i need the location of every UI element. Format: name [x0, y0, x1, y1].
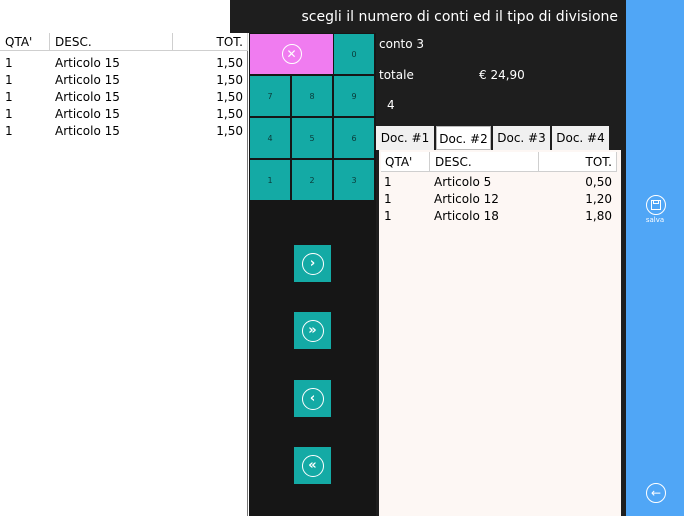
total-label: totale: [379, 68, 414, 82]
row-desc: Articolo 12: [434, 192, 499, 206]
row-desc: Articolo 18: [434, 209, 499, 223]
action-sidebar: salva ←: [626, 0, 684, 516]
key-4[interactable]: 4: [250, 118, 290, 158]
column-header-qty[interactable]: QTA': [381, 152, 430, 172]
tab-doc-1[interactable]: Doc. #1: [376, 126, 434, 150]
item-tot: 1,50: [216, 107, 243, 121]
tab-doc-4[interactable]: Doc. #4: [552, 126, 609, 150]
row-qty: 1: [384, 192, 392, 206]
close-circle-icon: ✕: [281, 44, 302, 64]
clear-button[interactable]: ✕: [250, 34, 333, 74]
table-row[interactable]: 1 Articolo 5 0,50: [379, 174, 621, 191]
tab-doc-2[interactable]: Doc. #2: [436, 126, 491, 150]
column-header-desc[interactable]: DESC.: [50, 33, 173, 51]
key-5[interactable]: 5: [292, 118, 332, 158]
item-tot: 1,50: [216, 90, 243, 104]
row-tot: 1,20: [585, 192, 612, 206]
table-row[interactable]: 1 Articolo 12 1,20: [379, 191, 621, 208]
list-item[interactable]: 1 Articolo 15 1,50: [0, 55, 247, 72]
double-chevron-left-circle-icon: «: [301, 454, 324, 477]
item-desc: Articolo 15: [55, 73, 120, 87]
list-item[interactable]: 1 Articolo 15 1,50: [0, 106, 247, 123]
item-desc: Articolo 15: [55, 124, 120, 138]
item-desc: Articolo 15: [55, 107, 120, 121]
column-header-qty[interactable]: QTA': [0, 33, 50, 51]
move-one-right-button[interactable]: ›: [294, 245, 331, 282]
save-icon: [646, 195, 666, 215]
key-6[interactable]: 6: [334, 118, 374, 158]
move-all-left-button[interactable]: «: [294, 447, 331, 484]
row-desc: Articolo 5: [434, 175, 492, 189]
item-qty: 1: [5, 73, 13, 87]
account-info: conto 3 totale € 24,90 4: [376, 33, 626, 125]
move-all-right-button[interactable]: »: [294, 312, 331, 349]
tab-doc-3[interactable]: Doc. #3: [493, 126, 550, 150]
table-row[interactable]: 1 Articolo 18 1,80: [379, 208, 621, 225]
back-arrow-icon: ←: [646, 483, 666, 503]
save-label: salva: [645, 216, 665, 224]
row-qty: 1: [384, 209, 392, 223]
item-qty: 1: [5, 90, 13, 104]
key-3[interactable]: 3: [334, 160, 374, 200]
key-2[interactable]: 2: [292, 160, 332, 200]
back-button[interactable]: ←: [626, 478, 684, 508]
item-qty: 1: [5, 124, 13, 138]
items-list: QTA' DESC. TOT. 1 Articolo 15 1,50 1 Art…: [0, 33, 248, 516]
key-9[interactable]: 9: [334, 76, 374, 116]
list-item[interactable]: 1 Articolo 15 1,50: [0, 123, 247, 140]
save-button[interactable]: salva: [626, 190, 684, 230]
document-items: QTA' DESC. TOT. 1 Articolo 5 0,50 1 Arti…: [379, 150, 621, 516]
row-tot: 1,80: [585, 209, 612, 223]
item-qty: 1: [5, 107, 13, 121]
row-qty: 1: [384, 175, 392, 189]
item-tot: 1,50: [216, 73, 243, 87]
column-header-tot[interactable]: TOT.: [173, 33, 248, 51]
key-7[interactable]: 7: [250, 76, 290, 116]
column-header-desc[interactable]: DESC.: [430, 152, 539, 172]
column-header-tot[interactable]: TOT.: [539, 152, 617, 172]
list-item[interactable]: 1 Articolo 15 1,50: [0, 72, 247, 89]
key-1[interactable]: 1: [250, 160, 290, 200]
item-tot: 1,50: [216, 56, 243, 70]
move-one-left-button[interactable]: ‹: [294, 380, 331, 417]
accounts-count: 4: [387, 98, 395, 112]
key-0[interactable]: 0: [334, 34, 374, 74]
item-desc: Articolo 15: [55, 90, 120, 104]
double-chevron-right-circle-icon: »: [301, 319, 324, 342]
item-desc: Articolo 15: [55, 56, 120, 70]
chevron-left-circle-icon: ‹: [301, 387, 324, 410]
row-tot: 0,50: [585, 175, 612, 189]
chevron-right-circle-icon: ›: [301, 252, 324, 275]
account-label: conto 3: [379, 37, 425, 51]
page-title: scegli il numero di conti ed il tipo di …: [230, 0, 626, 33]
list-item[interactable]: 1 Articolo 15 1,50: [0, 89, 247, 106]
item-tot: 1,50: [216, 124, 243, 138]
total-value: € 24,90: [479, 68, 525, 82]
item-qty: 1: [5, 56, 13, 70]
key-8[interactable]: 8: [292, 76, 332, 116]
